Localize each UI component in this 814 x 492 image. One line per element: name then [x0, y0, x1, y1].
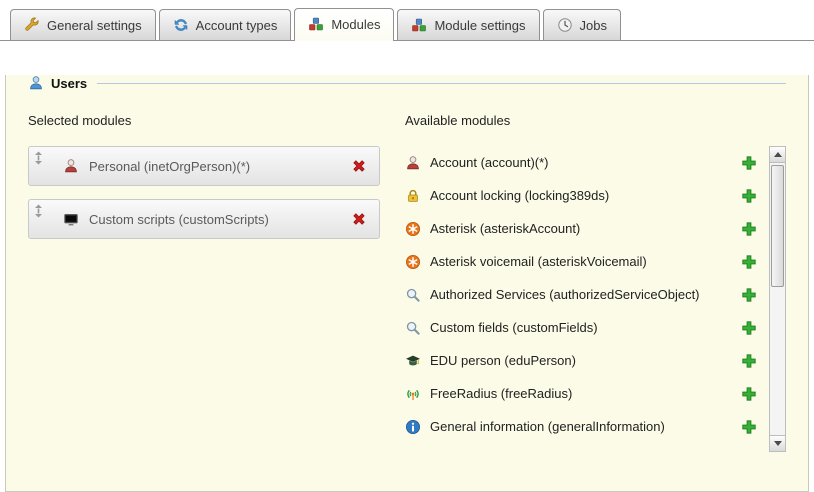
tab-label: Account types [196, 18, 278, 33]
section-title: Users [51, 76, 87, 91]
available-module-row: Authorized Services (authorizedServiceOb… [405, 278, 769, 311]
add-icon[interactable] [741, 254, 757, 270]
tab-module-settings[interactable]: Module settings [397, 9, 539, 40]
available-module-row: FreeRadius (freeRadius) [405, 377, 769, 410]
radio-waves-icon [405, 386, 421, 402]
available-module-row: Asterisk (asteriskAccount) [405, 212, 769, 245]
add-icon[interactable] [741, 419, 757, 435]
available-module-row: EDU person (eduPerson) [405, 344, 769, 377]
person-icon [63, 158, 79, 174]
asterisk-icon [405, 254, 421, 270]
scroll-down-icon[interactable] [770, 435, 785, 451]
asterisk-icon [405, 221, 421, 237]
modules-blocks-icon [411, 17, 427, 33]
users-icon [28, 75, 44, 91]
delete-icon[interactable] [351, 158, 367, 174]
available-modules-heading: Available modules [405, 113, 786, 128]
graduation-cap-icon [405, 353, 421, 369]
selected-modules-column: Selected modules Personal (inetOrgPerson… [28, 113, 380, 452]
add-icon[interactable] [741, 386, 757, 402]
available-module-label: Asterisk (asteriskAccount) [430, 221, 580, 236]
add-icon[interactable] [741, 320, 757, 336]
tab-label: Jobs [580, 18, 607, 33]
tab-jobs[interactable]: Jobs [543, 9, 621, 40]
scrollbar-thumb[interactable] [771, 165, 784, 287]
add-icon[interactable] [741, 221, 757, 237]
drag-handle-icon[interactable] [34, 204, 43, 218]
tab-label: Module settings [434, 18, 525, 33]
available-module-label: Asterisk voicemail (asteriskVoicemail) [430, 254, 647, 269]
selected-module-label: Personal (inetOrgPerson)(*) [89, 159, 250, 174]
users-section-header: Users [28, 75, 786, 91]
drag-handle-icon[interactable] [34, 151, 43, 165]
person-icon [405, 155, 421, 171]
tab-label: General settings [47, 18, 142, 33]
tab-modules[interactable]: Modules [294, 8, 394, 41]
available-module-row: Custom fields (customFields) [405, 311, 769, 344]
selected-module-label: Custom scripts (customScripts) [89, 212, 269, 227]
add-icon[interactable] [741, 188, 757, 204]
magnifier-icon [405, 320, 421, 336]
tab-general-settings[interactable]: General settings [10, 9, 156, 40]
available-module-row: General information (generalInformation) [405, 410, 769, 443]
add-icon[interactable] [741, 155, 757, 171]
delete-icon[interactable] [351, 211, 367, 227]
selected-module-row[interactable]: Personal (inetOrgPerson)(*) [28, 146, 380, 186]
available-module-label: Custom fields (customFields) [430, 320, 598, 335]
sync-gear-icon [173, 17, 189, 33]
tab-bar: General settings Account types Modules M… [0, 0, 814, 41]
section-rule [97, 83, 786, 84]
available-module-label: Account locking (locking389ds) [430, 188, 609, 203]
lock-icon [405, 188, 421, 204]
magnifier-icon [405, 287, 421, 303]
available-module-row: Account (account)(*) [405, 146, 769, 179]
scrollbar[interactable] [769, 146, 786, 452]
selected-modules-heading: Selected modules [28, 113, 380, 128]
available-module-label: General information (generalInformation) [430, 419, 665, 434]
add-icon[interactable] [741, 353, 757, 369]
add-icon[interactable] [741, 287, 757, 303]
available-modules-list: Account (account)(*) Account locking (lo… [405, 146, 769, 452]
scroll-up-icon[interactable] [770, 147, 785, 163]
info-icon [405, 419, 421, 435]
modules-panel: Users Selected modules Personal (inetOrg… [5, 75, 809, 492]
selected-module-row[interactable]: Custom scripts (customScripts) [28, 199, 380, 239]
available-module-label: EDU person (eduPerson) [430, 353, 576, 368]
tab-account-types[interactable]: Account types [159, 9, 292, 40]
module-columns: Selected modules Personal (inetOrgPerson… [28, 113, 786, 452]
tab-label: Modules [331, 17, 380, 32]
available-module-label: Authorized Services (authorizedServiceOb… [430, 287, 700, 302]
available-module-label: Account (account)(*) [430, 155, 549, 170]
available-modules-column: Available modules Account (account)(*) A… [405, 113, 786, 452]
available-module-row: Account locking (locking389ds) [405, 179, 769, 212]
clock-icon [557, 17, 573, 33]
available-module-row: Asterisk voicemail (asteriskVoicemail) [405, 245, 769, 278]
wrench-icon [24, 17, 40, 33]
modules-blocks-icon [308, 16, 324, 32]
terminal-icon [63, 211, 79, 227]
available-module-label: FreeRadius (freeRadius) [430, 386, 572, 401]
available-modules-list-wrap: Account (account)(*) Account locking (lo… [405, 146, 786, 452]
